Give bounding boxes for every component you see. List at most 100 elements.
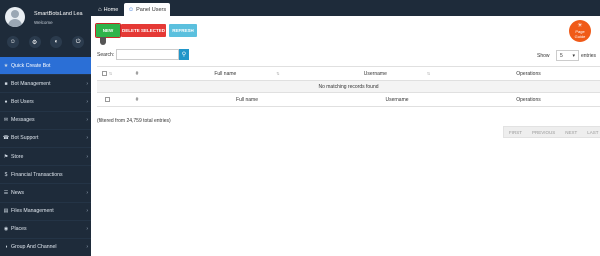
- column-footer-username: Username: [385, 96, 409, 103]
- chevron-right-icon: ›: [86, 208, 88, 215]
- user-name: SmartBotsLand Lea: [34, 11, 83, 17]
- robot-icon: ■: [4, 80, 8, 87]
- pagination-next[interactable]: NEXT: [560, 127, 582, 137]
- sort-icon: ⇅: [426, 71, 431, 76]
- entries-label: entries: [581, 53, 597, 59]
- search-label: Search:: [97, 52, 115, 58]
- entries-select[interactable]: 5 ▾: [556, 50, 579, 61]
- tab-label: Home: [103, 6, 119, 13]
- sidebar-item-financial-transactions[interactable]: $ Financial Transactions: [0, 166, 91, 185]
- chevron-right-icon: ›: [86, 117, 88, 124]
- pagination-last[interactable]: LAST: [582, 127, 600, 137]
- sidebar-item-messages[interactable]: ✉ Messages ›: [0, 112, 91, 130]
- avatar-head: [11, 10, 19, 18]
- empty-table-row: No matching records found: [97, 81, 600, 93]
- chevron-right-icon: ›: [86, 98, 88, 105]
- pagination: FIRST PREVIOUS NEXT LAST: [503, 126, 600, 138]
- tab-home[interactable]: ⌂ Home: [94, 3, 122, 16]
- column-header-full-name[interactable]: Full name ⇅: [157, 67, 337, 80]
- column-header-operations: Operations: [516, 70, 541, 77]
- chevron-right-icon: ›: [86, 226, 88, 233]
- sidebar-item-store[interactable]: ⚑ Store ›: [0, 148, 91, 167]
- pagination-first[interactable]: FIRST: [504, 127, 527, 137]
- column-label: Full name: [214, 70, 237, 77]
- sidebar-item-label: Bot Support: [11, 135, 39, 142]
- search-icon[interactable]: ⚲: [179, 49, 189, 60]
- sidebar: SmartBotsLand Lea Welcome ☺ ⚙ ◐ ⏻ ★ Quic…: [0, 0, 91, 256]
- column-footer-number: #: [135, 96, 139, 103]
- sidebar-item-label: Messages: [11, 117, 35, 124]
- sidebar-item-news[interactable]: ☰ News ›: [0, 184, 91, 203]
- table-footer: # Full name Username Operations: [97, 93, 600, 107]
- sort-icon[interactable]: ⇅: [109, 71, 112, 76]
- sidebar-item-label: Financial Transactions: [11, 171, 63, 178]
- sidebar-item-label: Files Management: [11, 208, 54, 215]
- chevron-right-icon: ›: [86, 244, 88, 251]
- tab-label: Panel Users: [136, 6, 167, 13]
- mouse-cursor-icon: [100, 37, 106, 45]
- page-guide-button[interactable]: ☀ Page Guide: [569, 20, 591, 42]
- column-label: Username: [363, 70, 387, 77]
- select-all-cell: [97, 93, 117, 106]
- envelope-icon: ✉: [3, 117, 9, 124]
- select-all-checkbox[interactable]: [101, 71, 107, 76]
- store-icon: ⚑: [3, 153, 9, 160]
- user-icon[interactable]: ☺: [6, 36, 19, 48]
- column-footer-full-name: Full name: [236, 96, 258, 103]
- pagination-previous[interactable]: PREVIOUS: [527, 127, 560, 137]
- tab-panel-users[interactable]: ☺ Panel Users: [124, 3, 171, 16]
- top-bar: ⌂ Home ☺ Panel Users: [91, 0, 600, 16]
- search-input[interactable]: [116, 49, 179, 60]
- power-icon[interactable]: ⏻: [72, 36, 85, 48]
- sidebar-item-places[interactable]: ◉ Places ›: [0, 221, 91, 239]
- table-info: (filtered from 24,759 total entries): [97, 118, 171, 124]
- select-all-cell: ⇅: [97, 67, 117, 80]
- user-icon: ☺: [128, 6, 135, 13]
- sidebar-item-quick-create-bot[interactable]: ★ Quick Create Bot: [0, 57, 91, 76]
- welcome-text: Welcome: [34, 20, 53, 25]
- sidebar-item-label: News: [11, 189, 24, 196]
- users-icon: ●: [4, 98, 8, 105]
- chevron-right-icon: ›: [86, 135, 88, 142]
- news-icon: ☰: [3, 189, 9, 196]
- guide-label-line2: Guide: [574, 33, 586, 39]
- sort-icon: ⇅: [276, 71, 280, 76]
- column-header-username[interactable]: Username ⇅: [337, 67, 457, 80]
- sidebar-item-label: Bot Users: [11, 98, 34, 105]
- new-button[interactable]: NEW: [95, 23, 121, 38]
- chevron-down-icon: ▾: [572, 52, 575, 59]
- show-label: Show: [537, 53, 550, 59]
- quick-actions: ☺ ⚙ ◐ ⏻: [0, 36, 91, 50]
- money-icon: $: [4, 171, 8, 178]
- sidebar-item-label: Store: [11, 153, 24, 160]
- sidebar-item-label: Places: [11, 226, 27, 233]
- sidebar-item-bot-users[interactable]: ● Bot Users ›: [0, 93, 91, 112]
- folder-icon: ▤: [3, 208, 9, 215]
- avatar-body: [8, 19, 22, 27]
- map-pin-icon: ◉: [3, 226, 9, 233]
- avatar[interactable]: [5, 7, 25, 27]
- sidebar-item-bot-management[interactable]: ■ Bot Management ›: [0, 75, 91, 94]
- sidebar-menu: ★ Quick Create Bot ■ Bot Management › ● …: [0, 57, 91, 256]
- sidebar-item-group-and-channel[interactable]: ◑ Group And Channel ›: [0, 239, 91, 256]
- refresh-button[interactable]: REFRESH: [169, 24, 197, 37]
- settings-icon[interactable]: ⚙: [28, 36, 41, 48]
- profile-panel: SmartBotsLand Lea Welcome: [0, 0, 91, 33]
- sidebar-item-label: Bot Management: [11, 80, 51, 87]
- column-header-number[interactable]: #: [117, 67, 157, 80]
- sidebar-item-files-management[interactable]: ▤ Files Management ›: [0, 203, 91, 221]
- headset-icon: ☎: [2, 135, 10, 142]
- table-header: ⇅ # Full name ⇅ Username ⇅ Operations: [97, 66, 600, 81]
- select-all-checkbox[interactable]: [104, 97, 110, 102]
- sidebar-item-bot-support[interactable]: ☎ Bot Support ›: [0, 130, 91, 148]
- main-content: NEW DELETE SELECTED REFRESH ☀ Page Guide…: [91, 16, 600, 256]
- sidebar-item-label: Quick Create Bot: [11, 62, 51, 69]
- sidebar-item-label: Group And Channel: [11, 244, 57, 251]
- delete-selected-button[interactable]: DELETE SELECTED: [121, 24, 166, 37]
- home-icon: ⌂: [98, 6, 102, 13]
- star-icon: ★: [3, 62, 9, 69]
- column-footer-operations: Operations: [516, 96, 541, 103]
- chevron-right-icon: ›: [86, 80, 88, 87]
- entries-value: 5: [560, 52, 563, 59]
- gauge-icon[interactable]: ◐: [50, 36, 63, 48]
